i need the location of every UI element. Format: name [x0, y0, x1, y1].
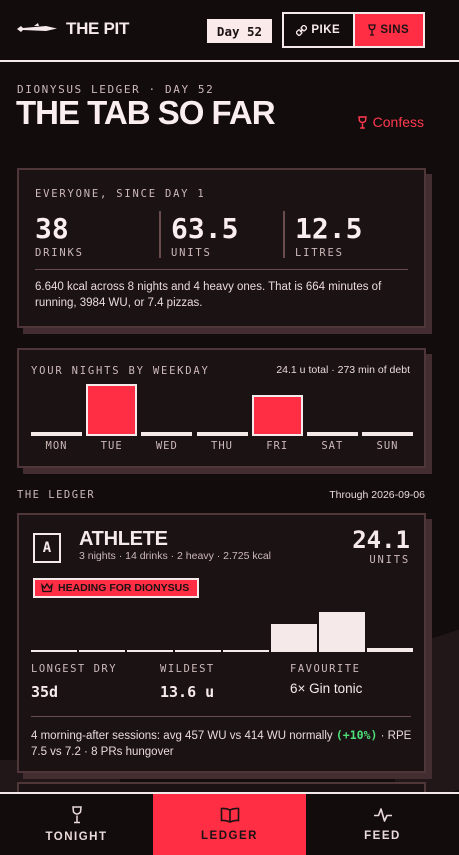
stat-label: LONGEST DRY [31, 663, 118, 675]
stat-wildest: WILDEST 13.6 u [160, 663, 215, 701]
weekday-bar-tue [86, 384, 138, 436]
weekday-bar-mon [31, 431, 82, 436]
crown-icon [41, 583, 53, 593]
weekday-card: YOUR NIGHTS BY WEEKDAY 24.1 u total · 27… [17, 348, 426, 468]
wine-glass-icon [71, 806, 82, 824]
stat-value: 63.5 [171, 212, 239, 245]
stat-unit: DRINKS [35, 247, 84, 259]
wine-glass-icon [368, 24, 377, 36]
history-bar [223, 649, 269, 652]
pulse-icon [373, 808, 392, 822]
history-bar [367, 648, 413, 652]
stat-value: 35d [31, 683, 59, 701]
weekday-bar-fri [251, 395, 303, 436]
weekday-label: THU [211, 440, 233, 452]
open-book-icon [220, 807, 239, 823]
stat-value: 6× Gin tonic [290, 681, 363, 696]
pike-toggle-button[interactable]: PIKE [284, 14, 355, 46]
stat-value: 13.6 u [160, 683, 215, 701]
stat-label: FAVOURITE [290, 663, 361, 675]
stat-label: WILDEST [160, 663, 215, 675]
divider [31, 716, 411, 717]
weekday-label: SAT [321, 440, 344, 452]
athlete-card[interactable]: A ATHLETE 3 nights · 14 drinks · 2 heavy… [17, 513, 426, 773]
divider [159, 211, 161, 258]
history-bar [127, 649, 173, 652]
stat-value: 38 [35, 212, 69, 245]
stat-unit: LITRES [295, 247, 344, 259]
nav-tab-tonight[interactable]: TONIGHT [0, 794, 153, 855]
history-bar [319, 611, 365, 652]
pike-fish-icon [17, 23, 57, 32]
totals-card: EVERYONE, SINCE DAY 1 38 DRINKS 63.5 UNI… [17, 168, 426, 328]
weekday-label: TUE [100, 440, 123, 452]
sins-toggle-button[interactable]: SINS [354, 14, 423, 46]
badge-label: HEADING FOR DIONYSUS [58, 582, 190, 594]
athlete-summary: 3 nights · 14 drinks · 2 heavy · 2.725 k… [79, 550, 272, 562]
status-badge: HEADING FOR DIONYSUS [33, 578, 200, 598]
stat-drinks: 38 DRINKS [35, 212, 84, 259]
stat-litres: 12.5 LITRES [295, 212, 362, 259]
page-title: THE TAB SO FAR [16, 94, 276, 131]
bottom-nav: TONIGHT LEDGER FEED [0, 792, 459, 855]
nav-label: LEDGER [201, 830, 258, 842]
weekday-label: YOUR NIGHTS BY WEEKDAY [31, 365, 210, 377]
divider [35, 269, 408, 270]
athlete-note: 4 morning-after sessions: avg 457 WU vs … [31, 727, 416, 760]
history-bar [31, 649, 77, 652]
nav-label: FEED [364, 830, 401, 842]
note-text: 4 morning-after sessions: avg 457 WU vs … [31, 730, 336, 742]
weekday-label: WED [155, 440, 178, 452]
wine-glass-icon [357, 115, 367, 129]
weekday-bar-thu [196, 431, 248, 436]
units-value: 24.1 [352, 526, 410, 554]
stat-value: 12.5 [295, 212, 363, 245]
nav-label: TONIGHT [45, 831, 108, 843]
sins-label: SINS [380, 24, 410, 36]
grade-badge: A [33, 533, 61, 563]
weekday-label: FRI [266, 440, 289, 452]
stat-units: 63.5 UNITS [171, 212, 238, 259]
history-bar [175, 649, 221, 652]
stat-favourite: FAVOURITE 6× Gin tonic [290, 663, 362, 696]
ledger-through: Through 2026-09-06 [329, 489, 425, 501]
weekday-meta: 24.1 u total · 273 min of debt [276, 364, 410, 376]
ledger-heading: THE LEDGER [17, 489, 96, 501]
confess-link[interactable]: Confess [357, 114, 424, 130]
weekday-bars [31, 384, 414, 436]
note-percentage: (+10%) [335, 728, 378, 742]
athlete-history-chart [31, 607, 413, 652]
top-bar: THE PIT Day 52 PIKE SINS [0, 0, 459, 62]
weekday-label: MON [45, 440, 68, 452]
units-label: UNITS [369, 554, 410, 566]
confess-label: Confess [372, 114, 424, 130]
weekday-bar-sun [362, 431, 414, 436]
nav-tab-feed[interactable]: FEED [306, 794, 459, 855]
weekday-bar-sat [306, 431, 358, 436]
link-icon [296, 24, 308, 36]
stat-longest-dry: LONGEST DRY 35d [31, 663, 117, 701]
totals-blurb: 6.640 kcal across 8 nights and 4 heavy o… [35, 281, 382, 309]
pike-label: PIKE [311, 24, 341, 36]
stat-unit: UNITS [171, 247, 212, 259]
weekday-bar-wed [141, 431, 193, 436]
brand-name: THE PIT [66, 19, 130, 38]
weekday-label: SUN [376, 440, 399, 452]
divider [283, 211, 285, 258]
athlete-units: 24.1 UNITS [352, 526, 410, 566]
day-chip: Day 52 [207, 19, 272, 43]
history-bar [271, 624, 317, 652]
nav-tab-ledger[interactable]: LEDGER [153, 794, 306, 855]
totals-label: EVERYONE, SINCE DAY 1 [35, 188, 206, 200]
history-bar [79, 649, 125, 652]
athlete-name: ATHLETE [79, 528, 168, 550]
mode-toggle: PIKE SINS [282, 12, 425, 48]
